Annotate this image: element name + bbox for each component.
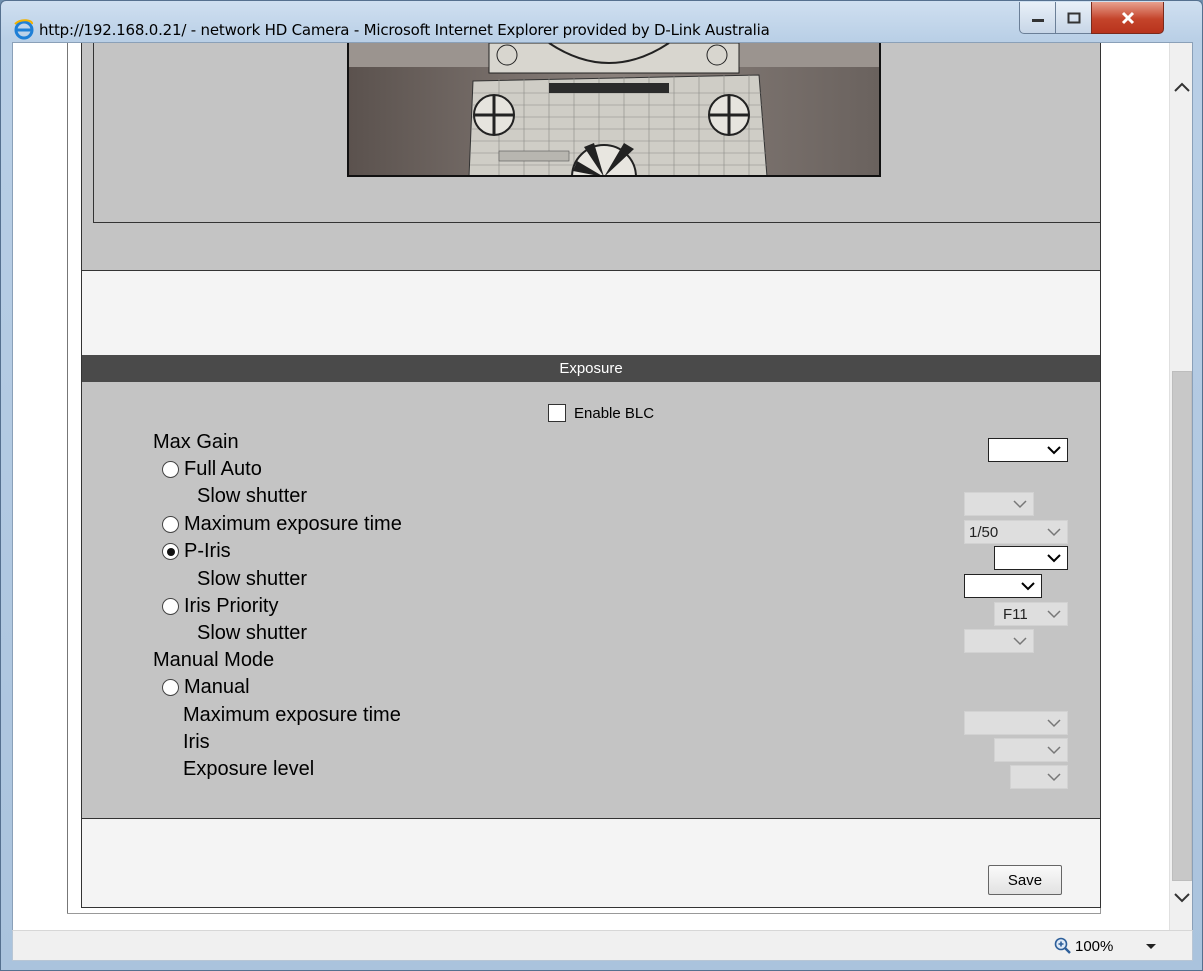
enable-blc-label: Enable BLC [574,404,655,422]
internet-explorer-icon [14,19,34,40]
manual-label: Manual [184,676,250,698]
camera-video-preview [347,43,881,177]
manual-mode-label: Manual Mode [153,649,275,671]
minimize-icon [1031,18,1044,22]
full-auto-slow-shutter-select[interactable] [964,492,1034,516]
iris-priority-value: F11 [1003,605,1028,623]
status-bar: 100% [12,930,1193,961]
manual-option[interactable]: Manual [162,676,250,699]
exposure-settings: Enable BLC Max Gain Full Auto Slow shutt… [82,382,1100,819]
close-button[interactable] [1091,2,1164,34]
title-bar: http://192.168.0.21/ - network HD Camera… [1,1,1203,41]
chevron-up-icon [1173,82,1190,92]
iris-priority-slow-shutter-label: Slow shutter [197,622,308,644]
manual-radio[interactable] [162,679,179,696]
full-auto-slow-shutter-label: Slow shutter [197,485,308,507]
max-exposure-time-select[interactable]: 1/50 [964,520,1068,544]
chevron-down-icon [1173,893,1190,903]
browser-content: Exposure Enable BLC Max Gain Full Auto S… [12,42,1193,931]
chevron-down-icon [1047,554,1061,563]
zoom-level-value: 100% [1075,937,1114,955]
manual-exposure-level-label: Exposure level [183,758,315,780]
chevron-down-icon [1047,746,1061,755]
exposure-section-header: Exposure [82,355,1100,382]
p-iris-slow-shutter-label: Slow shutter [197,568,308,590]
test-chart-image [349,43,879,175]
maximize-icon [1067,12,1080,23]
p-iris-label: P-Iris [184,540,231,562]
max-exposure-time-label: Maximum exposure time [184,513,402,535]
preview-frame [93,43,1101,223]
iris-priority-slow-shutter-select[interactable] [964,629,1034,653]
chevron-down-icon [1047,773,1061,782]
manual-iris-select[interactable] [994,738,1068,762]
preview-area [82,43,1101,271]
settings-panel: Exposure Enable BLC Max Gain Full Auto S… [81,43,1101,908]
enable-blc-option[interactable]: Enable BLC [548,404,654,422]
window-title: http://192.168.0.21/ - network HD Camera… [39,21,770,39]
full-auto-option[interactable]: Full Auto [162,458,262,481]
chevron-down-icon [1047,610,1061,619]
p-iris-radio[interactable] [162,543,179,560]
save-button[interactable]: Save [988,865,1062,895]
max-gain-select[interactable] [988,438,1068,462]
p-iris-option[interactable]: P-Iris [162,540,231,563]
zoom-dropdown-icon[interactable] [1145,943,1157,951]
browser-window: http://192.168.0.21/ - network HD Camera… [0,0,1203,971]
maximize-button[interactable] [1055,2,1092,34]
manual-iris-label: Iris [183,731,210,753]
max-exposure-time-radio[interactable] [162,516,179,533]
zoom-level-control[interactable]: 100% [1054,937,1113,955]
max-exposure-time-option[interactable]: Maximum exposure time [162,513,402,536]
max-exposure-time-value: 1/50 [969,523,999,541]
manual-exposure-level-select[interactable] [1010,765,1068,789]
iris-priority-radio[interactable] [162,598,179,615]
chevron-down-icon [1013,637,1027,646]
zoom-icon [1054,937,1071,954]
iris-priority-label: Iris Priority [184,595,279,617]
scroll-down-button[interactable] [1170,883,1193,913]
enable-blc-checkbox[interactable] [548,404,566,422]
full-auto-radio[interactable] [162,461,179,478]
p-iris-select[interactable] [994,546,1068,570]
full-auto-label: Full Auto [184,458,262,480]
manual-max-exposure-time-label: Maximum exposure time [183,704,401,726]
iris-priority-select[interactable]: F11 [994,602,1068,626]
chevron-down-icon [1047,528,1061,537]
minimize-button[interactable] [1019,2,1056,34]
page: Exposure Enable BLC Max Gain Full Auto S… [13,43,1169,931]
close-icon [1121,11,1134,24]
chevron-down-icon [1021,582,1035,591]
vertical-scrollbar[interactable] [1169,43,1192,931]
chevron-down-icon [1047,446,1061,455]
scrollbar-thumb[interactable] [1172,371,1192,881]
iris-priority-option[interactable]: Iris Priority [162,595,278,618]
max-gain-label: Max Gain [153,431,239,453]
p-iris-slow-shutter-select[interactable] [964,574,1042,598]
outer-frame-line [67,43,68,913]
manual-max-exposure-time-select[interactable] [964,711,1068,735]
chevron-down-icon [1013,500,1027,509]
chevron-down-icon [1047,719,1061,728]
scroll-up-button[interactable] [1170,43,1193,133]
outer-frame-line [67,913,1101,914]
